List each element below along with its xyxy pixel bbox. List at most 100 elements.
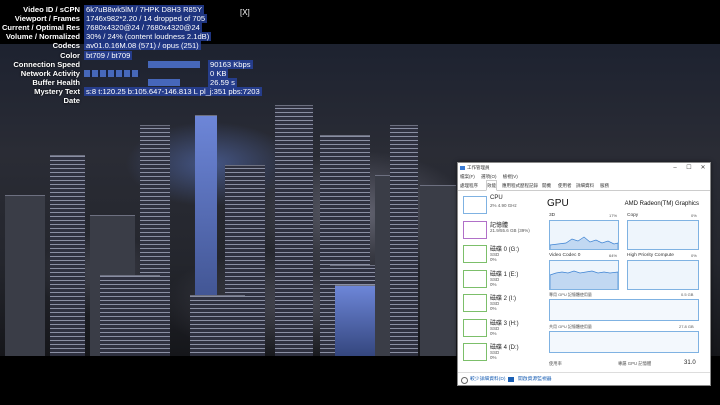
sidebar-item[interactable]: 磁碟 0 (G:) SSD 0%: [460, 242, 540, 264]
tab-2[interactable]: 應用程式歷程記錄: [502, 181, 538, 190]
menu-view[interactable]: 檢視(V): [503, 174, 518, 179]
sidebar-thumbnail: [463, 269, 487, 288]
stats-label: Codecs: [52, 41, 80, 51]
building: [5, 195, 45, 356]
graph-copy: [627, 220, 699, 250]
graph-label-3d[interactable]: 3D: [549, 213, 555, 218]
stats-value: bt709 / bt709: [84, 50, 133, 60]
stats-label: Mystery Text: [34, 86, 80, 96]
minimize-button[interactable]: –: [668, 163, 682, 173]
sidebar-thumbnail: [463, 196, 487, 214]
maximize-button[interactable]: ☐: [682, 163, 696, 173]
menu-options[interactable]: 選項(O): [481, 174, 497, 179]
sidebar-item-detail: SSD 0%: [490, 277, 499, 287]
graph-3d: [549, 220, 619, 250]
stats-value: s:8 t:120.25 b:105.647-146.813 L pl_j:35…: [84, 86, 262, 96]
stats-value: 6k7uB8wk5lM / 7HPK D8H3 R85Y: [84, 5, 205, 14]
stats-label: Volume / Normalized: [5, 32, 80, 42]
sidebar-thumbnail: [463, 220, 487, 239]
sidebar-item[interactable]: CPU 2% 4.90 GHz: [460, 193, 540, 215]
stats-value: 26.59 s: [208, 77, 237, 87]
network-activity-bar: [84, 69, 140, 77]
building: [335, 285, 375, 356]
gpu-panel: GPU AMD Radeon(TM) Graphics 3D 17% Copy …: [545, 193, 707, 365]
sidebar-item-sub2: 0%: [490, 355, 497, 360]
stats-label: Buffer Health: [32, 77, 80, 87]
graph-label-video-codec[interactable]: Video Codec 0: [549, 253, 580, 258]
sidebar-item-detail: SSD 0%: [490, 350, 499, 360]
sidebar-item-sub2: 0%: [490, 257, 497, 262]
building: [420, 185, 456, 356]
building: [190, 295, 245, 356]
stats-value: 0 KB: [208, 68, 229, 78]
stats-value: 30% / 24% (content loudness 2.1dB): [84, 32, 212, 42]
sidebar-item-detail: SSD 0%: [490, 252, 499, 262]
usage-label: 使用率: [549, 361, 562, 366]
title-bar[interactable]: 工作管理員 – ☐ ✕: [458, 163, 710, 173]
sidebar-item-sub1: SSD: [490, 276, 500, 282]
sidebar-item-sub1: 21.9/55.6 GB (39%): [490, 227, 530, 233]
gpu-summary: 使用率 專屬 GPU 記憶體 31.0: [546, 360, 708, 371]
buffer-health-bar: [148, 78, 180, 86]
sidebar-item-sub1: 2% 4.90 GHz: [490, 203, 517, 208]
stats-label: Network Activity: [20, 68, 80, 78]
graph-value-high-priority: 0%: [691, 253, 697, 258]
window-title: 工作管理員: [467, 165, 490, 170]
dedicated-memory-label: 專用 GPU 記憶體使用量: [549, 292, 592, 297]
sidebar-item[interactable]: 記憶體 21.9/55.6 GB (39%): [460, 218, 540, 240]
tab-3[interactable]: 開機: [542, 181, 551, 190]
sidebar-item[interactable]: 磁碟 1 (E:) SSD 0%: [460, 267, 540, 289]
resource-monitor-icon: [508, 377, 514, 382]
dedicated-memory-graph: [549, 299, 699, 321]
stats-close-button[interactable]: [X]: [240, 8, 250, 17]
close-button[interactable]: ✕: [696, 163, 710, 173]
stats-label: Video ID / sCPN: [23, 5, 80, 14]
fewer-details-link[interactable]: 較少詳細資料(D): [470, 373, 505, 385]
graph-value-3d: 17%: [609, 213, 618, 218]
dedicated-memory-value: 0.5 GB: [681, 292, 694, 297]
sidebar-item-detail: SSD 0%: [490, 301, 499, 311]
tab-4[interactable]: 使用者: [558, 181, 572, 190]
tab-0[interactable]: 處理程序: [460, 181, 478, 190]
resource-monitor-link[interactable]: 開啟資源監視器: [518, 373, 552, 385]
sidebar-item-detail: SSD 0%: [490, 326, 499, 336]
gpu-name: AMD Radeon(TM) Graphics: [624, 201, 699, 207]
stats-label: Date: [63, 96, 80, 105]
sidebar-thumbnail: [463, 294, 487, 312]
sidebar-item-sub2: 0%: [490, 306, 497, 311]
sidebar-item[interactable]: 磁碟 2 (I:) SSD 0%: [460, 291, 540, 313]
graph-value-copy: 0%: [691, 213, 697, 218]
tab-5[interactable]: 詳細資料: [576, 181, 594, 190]
building: [390, 125, 418, 356]
graph-label-high-priority[interactable]: High Priority Compute: [627, 253, 674, 258]
connection-speed-bar: [148, 60, 201, 68]
tab-1[interactable]: 效能: [486, 180, 497, 191]
sidebar-item-sub1: SSD: [490, 325, 500, 331]
gpu-title: GPU: [547, 198, 569, 209]
dedicated-mem-label: 專屬 GPU 記憶體: [618, 361, 652, 366]
stats-label: Connection Speed: [13, 59, 80, 69]
tab-6[interactable]: 服務: [600, 181, 609, 190]
shared-memory-graph: [549, 331, 699, 353]
building: [275, 105, 313, 356]
stats-label: Viewport / Frames: [14, 14, 80, 24]
sidebar-item-sub2: 0%: [490, 281, 497, 287]
graph-label-copy[interactable]: Copy: [627, 213, 638, 218]
sidebar-item[interactable]: 磁碟 3 (H:) SSD 0%: [460, 316, 540, 338]
sidebar-thumbnail: [463, 245, 487, 263]
stats-label: Current / Optimal Res: [1, 23, 80, 33]
shared-memory-value: 27.8 GB: [679, 324, 694, 329]
sidebar-item-detail: 2% 4.90 GHz: [490, 203, 517, 208]
sidebar-item[interactable]: 磁碟 4 (D:) SSD 0%: [460, 340, 540, 362]
sidebar-item-name: CPU: [490, 195, 503, 201]
dedicated-mem-value: 31.0: [684, 360, 696, 366]
footer: 較少詳細資料(D) 開啟資源監視器: [458, 372, 710, 385]
menu-file[interactable]: 檔案(F): [460, 174, 475, 179]
shared-memory-label: 共用 GPU 記憶體使用量: [549, 324, 592, 329]
chevron-up-icon: [461, 377, 468, 384]
stats-value: 90163 Kbps: [208, 59, 253, 69]
tab-bar: 處理程序 效能 應用程式歷程記錄 開機 使用者 詳細資料 服務: [458, 180, 710, 191]
task-manager-window[interactable]: 工作管理員 – ☐ ✕ 檔案(F) 選項(O) 檢視(V) 處理程序 效能 應用程式…: [457, 162, 711, 386]
sidebar-item-sub2: 0%: [490, 330, 497, 336]
building: [50, 155, 85, 356]
